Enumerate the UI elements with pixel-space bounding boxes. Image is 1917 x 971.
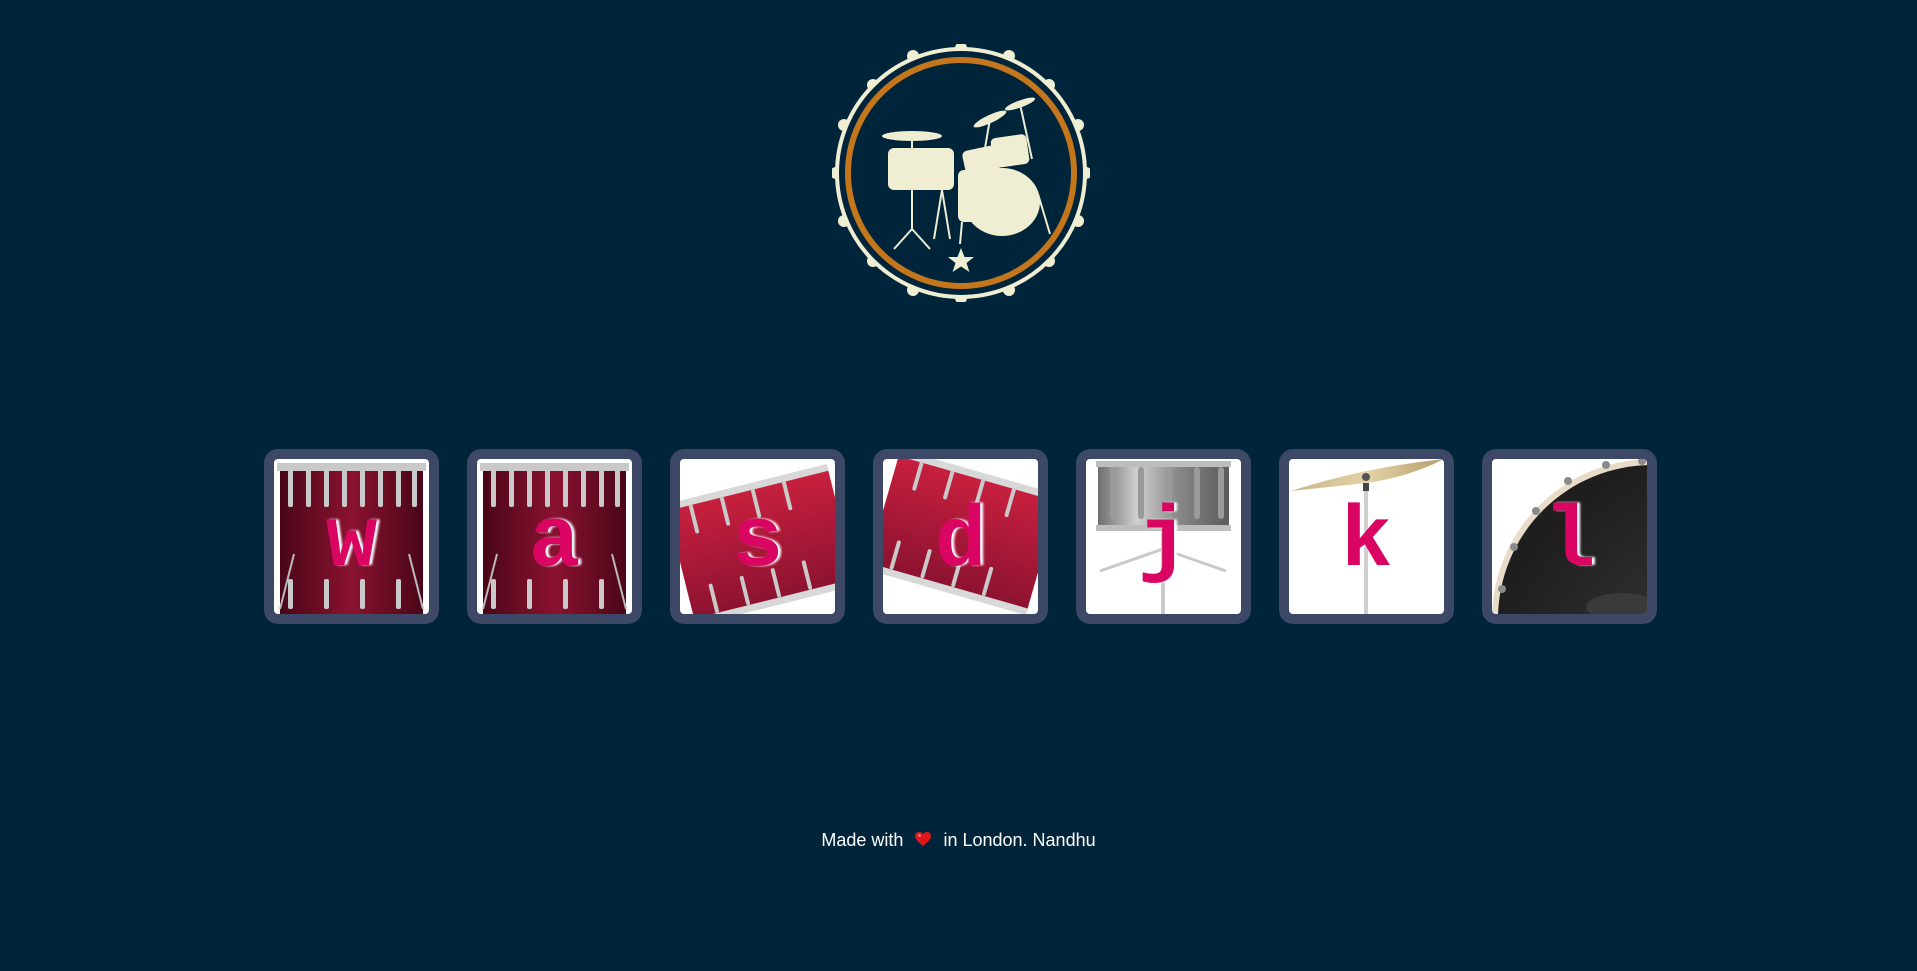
drum-pad-a-face[interactable]: a — [477, 459, 632, 614]
footer: Made with in London. Nandhu — [0, 828, 1917, 853]
drum-pad-row: w a s d j k l — [264, 449, 1658, 624]
drum-pad-l-face[interactable]: l — [1492, 459, 1647, 614]
heart-icon — [914, 829, 932, 853]
drum-pad-s-face[interactable]: s — [680, 459, 835, 614]
drum-pad-a[interactable]: a — [467, 449, 642, 624]
drum-pad-l[interactable]: l — [1482, 449, 1657, 624]
drum-key-label: w — [325, 493, 378, 591]
drum-pad-s[interactable]: s — [670, 449, 845, 624]
drum-pad-j-face[interactable]: j — [1086, 459, 1241, 614]
drum-key-label: a — [528, 493, 581, 591]
drum-pad-j[interactable]: j — [1076, 449, 1251, 624]
footer-text-before: Made with — [821, 830, 904, 850]
drum-key-label: k — [1340, 493, 1393, 591]
drum-pad-d[interactable]: d — [873, 449, 1048, 624]
drum-kit-logo-icon — [830, 42, 1092, 304]
drum-pad-k-face[interactable]: k — [1289, 459, 1444, 614]
drum-key-label: l — [1543, 493, 1596, 591]
footer-text-after: in London. Nandhu — [943, 830, 1096, 850]
drum-pad-d-face[interactable]: d — [883, 459, 1038, 614]
drum-pad-w-face[interactable]: w — [274, 459, 429, 614]
drum-key-label: d — [934, 493, 987, 591]
drum-pad-w[interactable]: w — [264, 449, 439, 624]
drum-kit-logo — [830, 42, 1092, 304]
drum-pad-k[interactable]: k — [1279, 449, 1454, 624]
drum-key-label: s — [731, 493, 784, 591]
drum-key-label: j — [1137, 493, 1190, 591]
